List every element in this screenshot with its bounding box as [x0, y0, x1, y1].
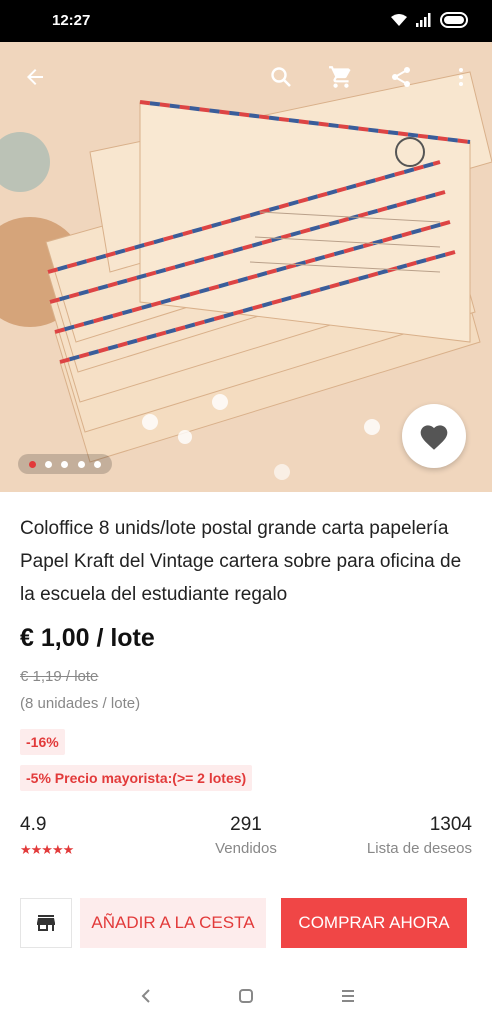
nav-recents-button[interactable] — [336, 984, 360, 1008]
wishlist-value: 1304 — [429, 814, 472, 835]
add-to-cart-button[interactable]: AÑADIR A LA CESTA — [80, 898, 266, 948]
wishlist-label: Lista de deseos — [366, 840, 472, 857]
share-button[interactable] — [384, 60, 418, 94]
rating-stat[interactable]: 4.9 ★★★★★ — [20, 814, 74, 858]
more-vert-icon — [459, 68, 463, 86]
product-stats: 4.9 ★★★★★ 291 Vendidos 1304 Lista de des… — [20, 814, 472, 864]
pagination-dot[interactable] — [61, 460, 69, 468]
buy-now-button[interactable]: COMPRAR AHORA — [281, 898, 467, 948]
pagination-dot[interactable] — [45, 460, 53, 468]
favorite-button[interactable] — [402, 404, 466, 468]
product-price: € 1,00 / lote — [20, 624, 155, 652]
store-icon — [37, 915, 55, 931]
search-icon — [271, 67, 291, 87]
nav-back-icon — [141, 989, 150, 1003]
original-price: € 1,19 / lote — [20, 668, 99, 685]
pagination-dot[interactable] — [94, 460, 102, 468]
status-time: 12:27 — [52, 12, 91, 29]
image-pagination[interactable] — [18, 454, 112, 474]
rating-stars: ★★★★★ — [20, 842, 74, 857]
sold-value: 291 — [230, 814, 262, 835]
back-button[interactable] — [18, 60, 52, 94]
status-icons — [390, 12, 470, 28]
system-nav-bar — [0, 966, 492, 1024]
nav-back-button[interactable] — [134, 984, 158, 1008]
battery-icon — [440, 12, 468, 28]
cart-button[interactable] — [324, 60, 358, 94]
image-toolbar — [0, 42, 492, 112]
wholesale-badge[interactable]: -5% Precio mayorista:(>= 2 lotes) — [20, 765, 253, 791]
discount-badge: -16% — [20, 729, 65, 755]
more-button[interactable] — [444, 60, 478, 94]
store-button[interactable] — [20, 898, 72, 948]
sold-label: Vendidos — [215, 840, 277, 857]
search-button[interactable] — [264, 60, 298, 94]
nav-recents-icon — [342, 990, 354, 1002]
wifi-icon — [391, 14, 407, 26]
units-per-lot: (8 unidades / lote) — [20, 695, 141, 712]
back-arrow-icon — [27, 69, 43, 85]
share-icon — [392, 67, 410, 87]
heart-icon — [420, 425, 448, 450]
cart-icon — [329, 66, 351, 88]
pagination-dot[interactable] — [28, 460, 36, 468]
sold-stat: 291 Vendidos — [213, 814, 279, 857]
signal-icon — [416, 13, 431, 27]
rating-value: 4.9 — [20, 814, 47, 835]
nav-home-button[interactable] — [234, 984, 258, 1008]
pagination-dot[interactable] — [77, 460, 85, 468]
nav-home-icon — [239, 989, 253, 1003]
product-image[interactable] — [0, 42, 492, 492]
wishlist-stat: 1304 Lista de deseos — [367, 814, 472, 857]
product-title: Coloffice 8 unids/lote postal grande car… — [20, 518, 462, 605]
status-bar: 12:27 — [0, 0, 492, 42]
